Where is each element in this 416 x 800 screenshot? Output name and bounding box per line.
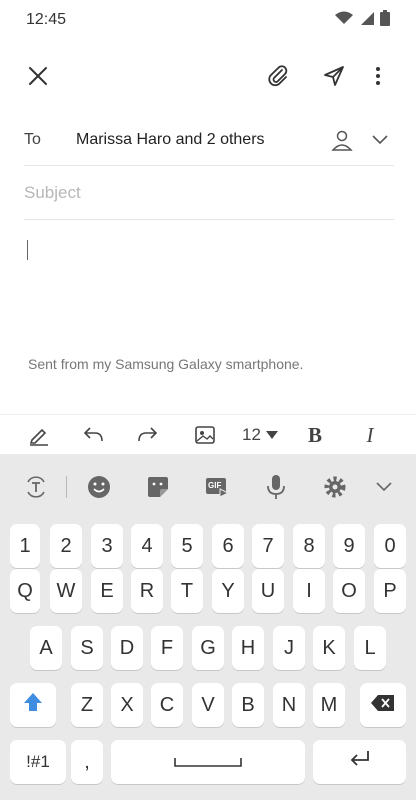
shift-arrow-icon bbox=[23, 692, 43, 718]
key-g[interactable]: G bbox=[192, 626, 224, 670]
font-size-value: 12 bbox=[242, 425, 261, 444]
key-r[interactable]: R bbox=[131, 569, 163, 613]
key-n[interactable]: N bbox=[273, 683, 305, 727]
wifi-icon bbox=[334, 10, 354, 31]
gif-label: GIF bbox=[208, 481, 222, 490]
key-t[interactable]: T bbox=[171, 569, 203, 613]
keyboard: GIF 1 2 3 4 5 6 7 8 9 0 Q W E R T Y U I … bbox=[0, 454, 416, 800]
enter-key[interactable] bbox=[313, 740, 406, 784]
key-1[interactable]: 1 bbox=[10, 524, 40, 568]
key-s[interactable]: S bbox=[71, 626, 103, 670]
send-icon[interactable] bbox=[318, 60, 350, 92]
key-5[interactable]: 5 bbox=[171, 524, 203, 568]
status-icons bbox=[334, 9, 390, 31]
comma-key[interactable]: , bbox=[71, 740, 103, 784]
key-k[interactable]: K bbox=[313, 626, 345, 670]
close-icon[interactable] bbox=[22, 60, 54, 92]
caret-down-icon bbox=[265, 426, 278, 444]
key-x[interactable]: X bbox=[111, 683, 143, 727]
signal-icon bbox=[359, 10, 375, 31]
key-w[interactable]: W bbox=[50, 569, 82, 613]
key-8[interactable]: 8 bbox=[293, 524, 325, 568]
bold-button[interactable]: B bbox=[305, 421, 325, 449]
key-a[interactable]: A bbox=[30, 626, 62, 670]
font-size-selector[interactable]: 12 bbox=[240, 421, 280, 449]
battery-icon bbox=[380, 9, 390, 31]
status-bar: 12:45 bbox=[0, 0, 416, 40]
compose-action-bar bbox=[0, 48, 416, 104]
key-c[interactable]: C bbox=[151, 683, 183, 727]
key-7[interactable]: 7 bbox=[252, 524, 284, 568]
chevron-down-icon[interactable] bbox=[366, 126, 394, 154]
keyboard-toolbar-divider bbox=[66, 476, 67, 498]
key-b[interactable]: B bbox=[232, 683, 264, 727]
format-toolbar: 12 B I bbox=[0, 414, 416, 454]
insert-image-icon[interactable] bbox=[192, 421, 218, 449]
key-4[interactable]: 4 bbox=[131, 524, 163, 568]
backspace-key[interactable] bbox=[360, 683, 406, 727]
shift-key[interactable] bbox=[10, 683, 56, 727]
settings-gear-icon[interactable] bbox=[321, 473, 349, 501]
sticker-icon[interactable] bbox=[144, 473, 172, 501]
redo-icon[interactable] bbox=[135, 421, 161, 449]
key-j[interactable]: J bbox=[273, 626, 305, 670]
enter-icon bbox=[349, 750, 371, 774]
backspace-icon bbox=[371, 694, 395, 717]
key-h[interactable]: H bbox=[232, 626, 264, 670]
attach-icon[interactable] bbox=[262, 60, 294, 92]
key-q[interactable]: Q bbox=[10, 569, 40, 613]
italic-button[interactable]: I bbox=[360, 421, 380, 449]
to-row[interactable]: To Marissa Haro and 2 others bbox=[24, 114, 394, 166]
key-y[interactable]: Y bbox=[212, 569, 244, 613]
email-signature: Sent from my Samsung Galaxy smartphone. bbox=[28, 356, 304, 372]
key-v[interactable]: V bbox=[192, 683, 224, 727]
key-l[interactable]: L bbox=[354, 626, 386, 670]
key-z[interactable]: Z bbox=[71, 683, 103, 727]
space-bar-icon bbox=[173, 751, 243, 774]
key-6[interactable]: 6 bbox=[212, 524, 244, 568]
key-0[interactable]: 0 bbox=[374, 524, 406, 568]
contact-icon[interactable] bbox=[328, 126, 356, 154]
undo-icon[interactable] bbox=[80, 421, 106, 449]
symbols-key[interactable]: !#1 bbox=[10, 740, 66, 784]
recipients-field[interactable]: Marissa Haro and 2 others bbox=[76, 131, 318, 149]
microphone-icon[interactable] bbox=[262, 473, 290, 501]
status-time: 12:45 bbox=[26, 11, 67, 28]
key-m[interactable]: M bbox=[313, 683, 345, 727]
key-2[interactable]: 2 bbox=[50, 524, 82, 568]
text-cursor bbox=[27, 240, 28, 260]
emoji-icon[interactable] bbox=[85, 473, 113, 501]
key-e[interactable]: E bbox=[91, 569, 123, 613]
highlighter-icon[interactable] bbox=[26, 421, 52, 449]
key-o[interactable]: O bbox=[333, 569, 365, 613]
key-f[interactable]: F bbox=[151, 626, 183, 670]
subject-row bbox=[24, 167, 394, 220]
key-9[interactable]: 9 bbox=[333, 524, 365, 568]
subject-input[interactable] bbox=[24, 183, 394, 203]
key-3[interactable]: 3 bbox=[91, 524, 123, 568]
to-label: To bbox=[24, 130, 41, 148]
key-d[interactable]: D bbox=[111, 626, 143, 670]
keyboard-toolbar: GIF bbox=[0, 454, 416, 520]
translate-icon[interactable] bbox=[22, 473, 50, 501]
key-i[interactable]: I bbox=[293, 569, 325, 613]
gif-icon[interactable]: GIF bbox=[203, 473, 231, 501]
key-p[interactable]: P bbox=[374, 569, 406, 613]
collapse-keyboard-icon[interactable] bbox=[370, 473, 398, 501]
key-u[interactable]: U bbox=[252, 569, 284, 613]
more-options-icon[interactable] bbox=[362, 60, 394, 92]
space-key[interactable] bbox=[111, 740, 305, 784]
